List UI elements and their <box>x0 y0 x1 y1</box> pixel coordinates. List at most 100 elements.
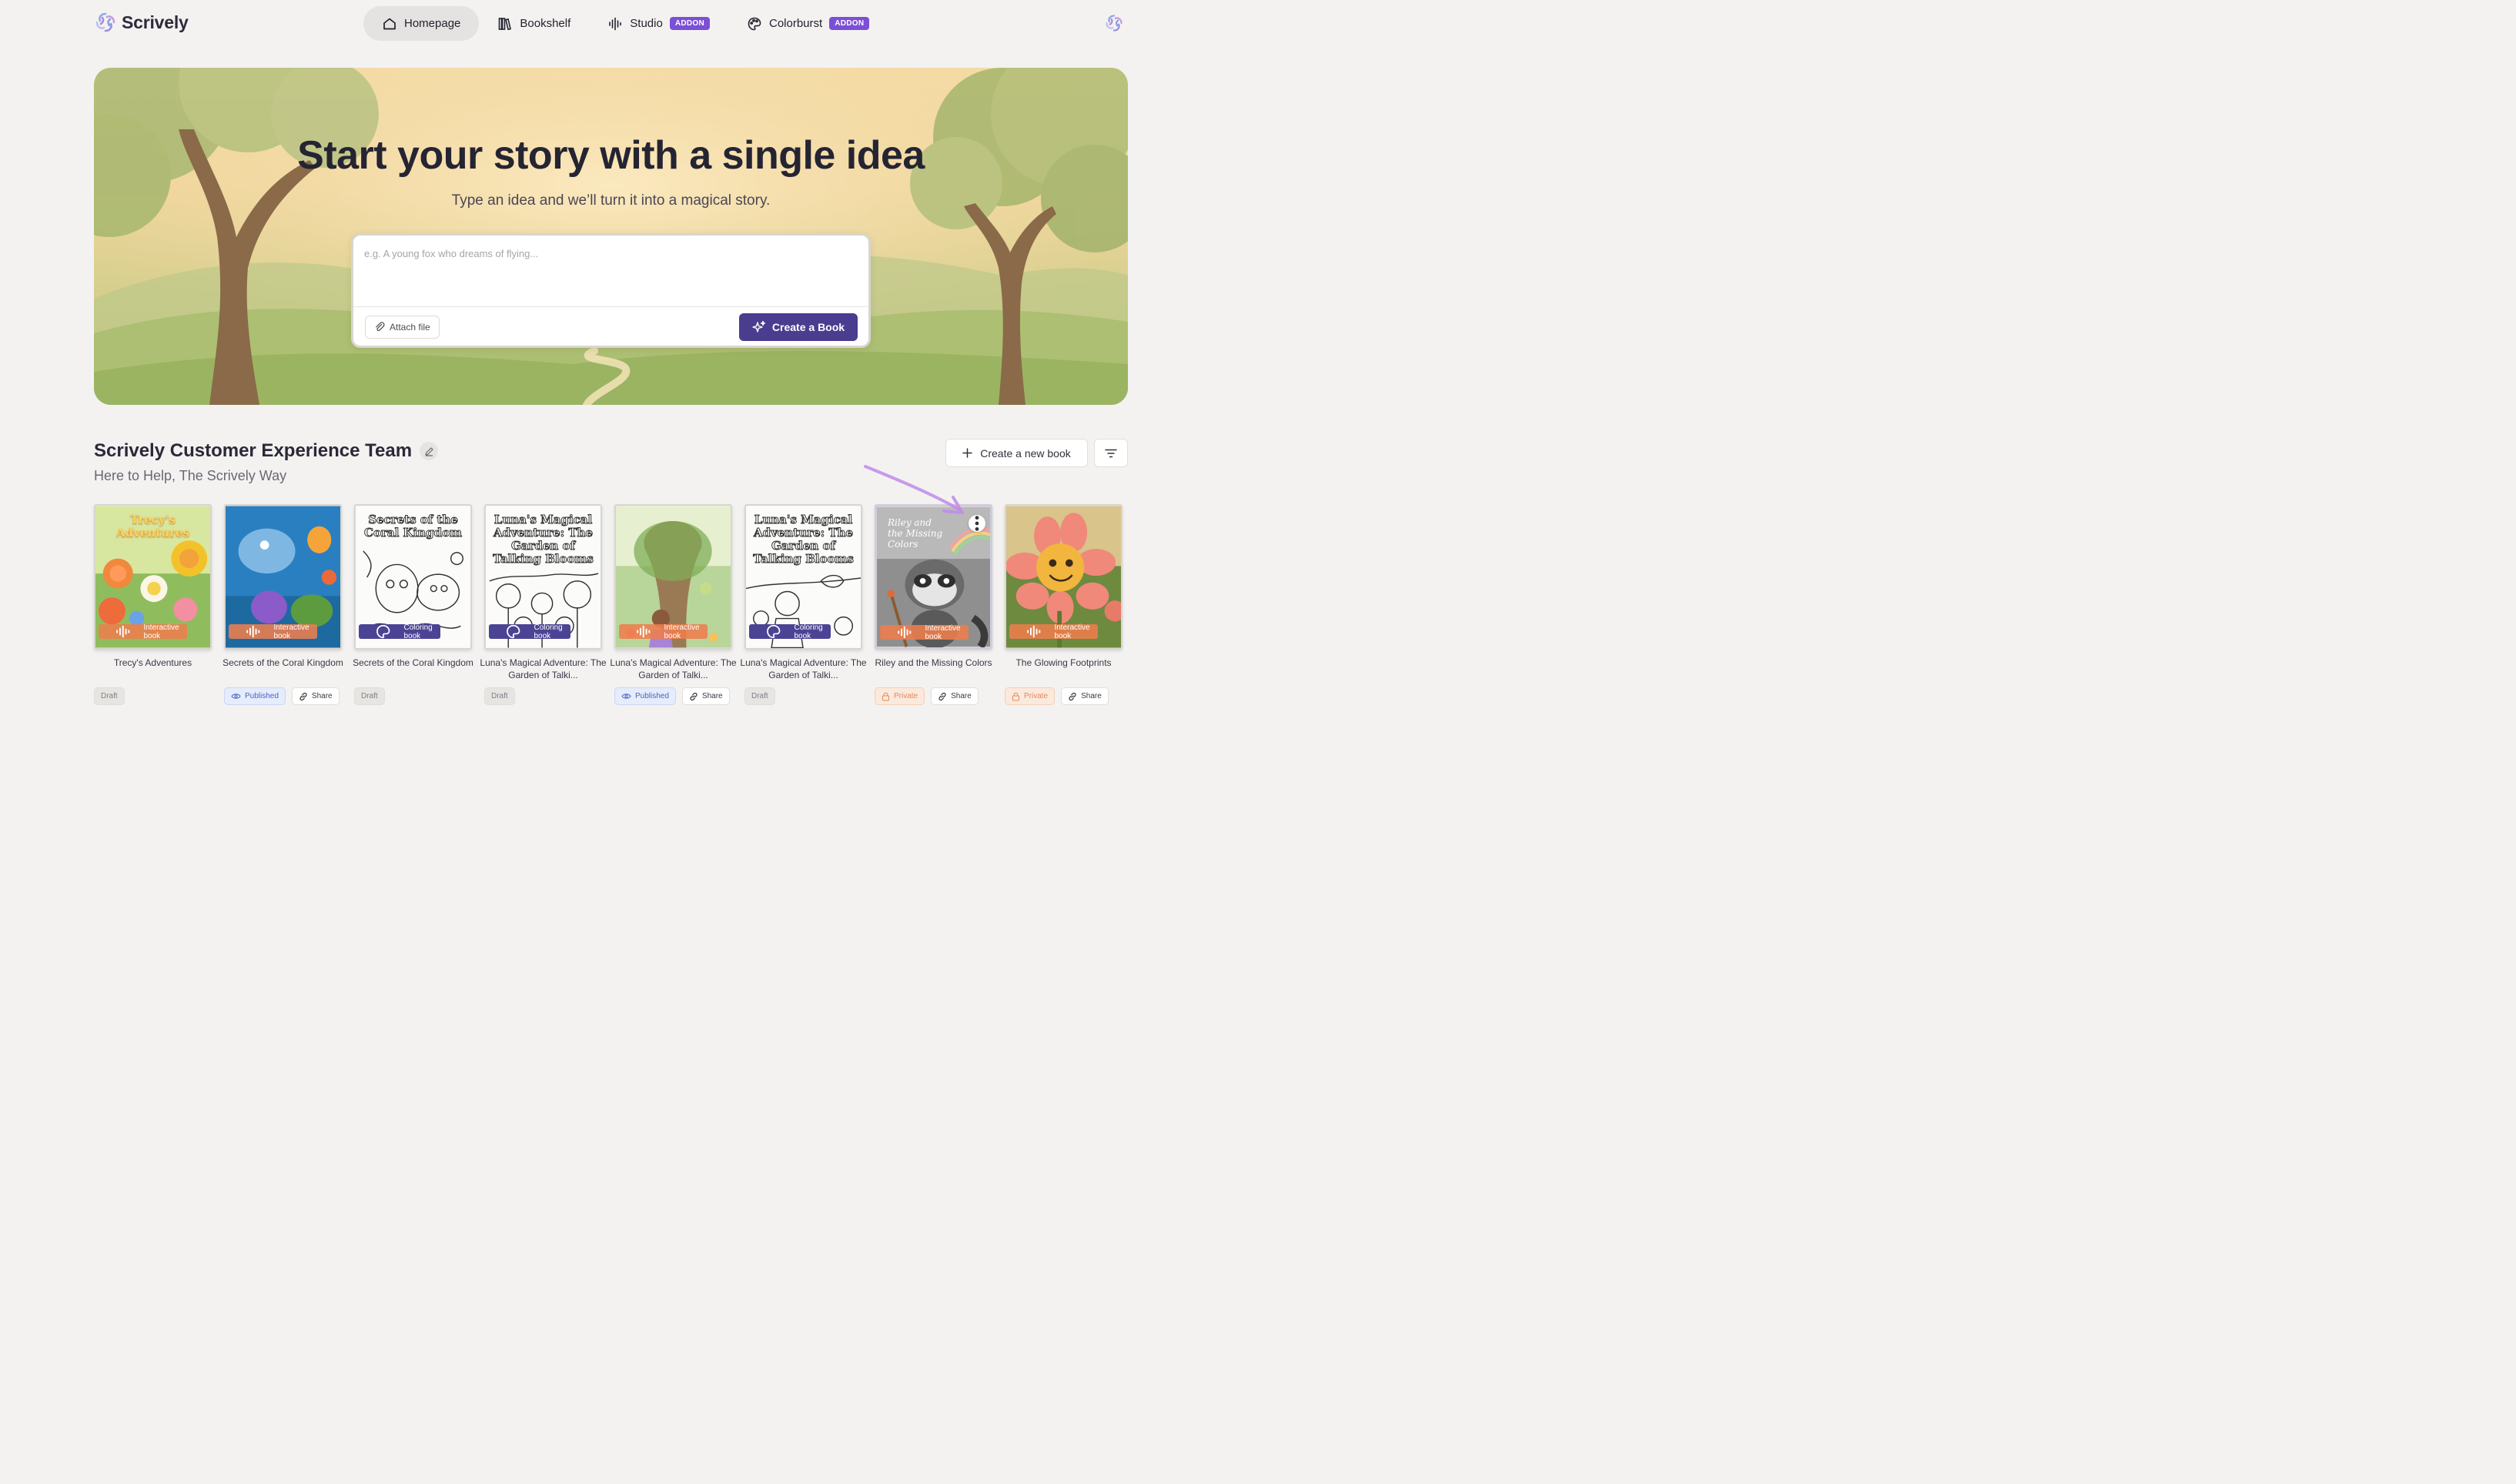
top-navigation: Scrively Homepage Bookshelf Studio ADDON… <box>0 0 1207 48</box>
create-book-button[interactable]: Create a Book <box>739 313 858 341</box>
coloring-book-badge: Coloring book <box>489 623 570 640</box>
cover-title: Luna's Magical Adventure: The Garden of … <box>753 513 855 566</box>
book-actions: Draft <box>484 687 515 705</box>
published-status-badge: Published <box>224 687 286 705</box>
share-label: Share <box>1081 692 1102 700</box>
paperclip-icon <box>376 322 385 332</box>
link-icon <box>938 692 946 700</box>
book-type: Interactive book <box>143 623 179 640</box>
book-title[interactable]: Riley and the Missing Colors <box>867 657 1000 669</box>
share-label: Share <box>701 692 723 700</box>
status-label: Published <box>635 692 669 700</box>
share-button[interactable]: Share <box>1061 687 1109 705</box>
status-label: Private <box>894 692 918 700</box>
book-title[interactable]: Luna's Magical Adventure: The Garden of … <box>737 657 870 681</box>
filter-button[interactable] <box>1094 439 1128 467</box>
book-type: Coloring book <box>794 623 823 640</box>
scrively-logo-icon <box>95 12 115 32</box>
hero-subtitle: Type an idea and we’ll turn it into a ma… <box>451 192 771 209</box>
status-label: Private <box>1024 692 1049 700</box>
book-actions: Draft <box>94 687 125 705</box>
share-button[interactable]: Share <box>931 687 979 705</box>
app-root: Scrively Homepage Bookshelf Studio ADDON… <box>0 0 1207 714</box>
pencil-icon <box>424 446 433 456</box>
story-idea-input[interactable] <box>364 248 857 302</box>
app-name: Scrively <box>122 12 189 32</box>
book-actions: Private Share <box>875 687 979 705</box>
book-type: Coloring book <box>403 623 433 640</box>
private-status-badge: Private <box>875 687 925 705</box>
draft-status-badge: Draft <box>484 687 515 705</box>
book-actions: Published Share <box>614 687 730 705</box>
share-label: Share <box>311 692 333 700</box>
share-button[interactable]: Share <box>291 687 340 705</box>
book-actions: Private Share <box>1005 687 1109 705</box>
share-label: Share <box>951 692 972 700</box>
book-type: Interactive book <box>273 623 309 640</box>
account-menu-icon[interactable] <box>1104 13 1124 33</box>
addon-badge: ADDON <box>829 17 870 30</box>
team-section-header: Scrively Customer Experience Team <box>94 440 439 462</box>
book-cover[interactable]: Luna's Magical Adventure: The Garden of … <box>744 504 862 650</box>
draft-status-badge: Draft <box>94 687 125 705</box>
sparkles-icon <box>752 320 766 333</box>
cover-title: Riley and the Missing Colors <box>888 517 943 550</box>
main-nav: Homepage Bookshelf Studio ADDON Colorbur… <box>363 6 888 41</box>
coloring-book-badge: Coloring book <box>749 623 831 640</box>
book-actions: Published Share <box>224 687 340 705</box>
book-title[interactable]: Secrets of the Coral Kingdom <box>216 657 350 669</box>
book-actions: Draft <box>354 687 385 705</box>
lock-icon <box>1012 692 1019 700</box>
nav-colorburst[interactable]: Colorburst ADDON <box>728 6 888 41</box>
book-type: Interactive book <box>925 623 961 641</box>
nav-bookshelf[interactable]: Bookshelf <box>479 6 589 41</box>
nav-studio[interactable]: Studio ADDON <box>589 6 728 41</box>
book-title[interactable]: The Glowing Footprints <box>997 657 1130 669</box>
more-options-button[interactable] <box>969 515 985 532</box>
book-title[interactable]: Trecy's Adventures <box>86 657 219 669</box>
share-button[interactable]: Share <box>681 687 730 705</box>
book-title[interactable]: Luna's Magical Adventure: The Garden of … <box>477 657 610 681</box>
nav-homepage[interactable]: Homepage <box>363 6 480 41</box>
book-cover[interactable]: Secrets of the Coral Kingdom Coloring bo… <box>354 504 472 650</box>
link-icon <box>690 692 698 700</box>
nav-label: Studio <box>630 17 663 30</box>
home-icon <box>383 18 396 29</box>
nav-label: Homepage <box>404 17 461 30</box>
palette-icon <box>767 624 781 639</box>
bookshelf-icon <box>499 17 512 30</box>
interactive-book-badge: Interactive book <box>880 623 969 641</box>
palette-icon <box>376 624 390 639</box>
divider <box>353 306 868 307</box>
book-title[interactable]: Secrets of the Coral Kingdom <box>346 657 480 669</box>
palette-icon <box>507 624 520 639</box>
book-cover[interactable]: Trecy's Adventures Interactive book <box>94 504 212 650</box>
edit-team-button[interactable] <box>420 442 439 460</box>
book-cover[interactable]: Interactive book <box>1005 504 1122 650</box>
book-cover[interactable]: Riley and the Missing Colors Interactive… <box>875 504 992 650</box>
team-title: Scrively Customer Experience Team <box>94 440 413 461</box>
book-actions: Draft <box>744 687 775 705</box>
interactive-book-badge: Interactive book <box>1009 623 1098 640</box>
create-new-book-button[interactable]: Create a new book <box>945 439 1088 467</box>
draft-status-badge: Draft <box>744 687 775 705</box>
book-type: Coloring book <box>534 623 563 640</box>
book-cover[interactable]: Luna's Magical Adventure: The Garden of … <box>484 504 602 650</box>
book-cover[interactable]: Interactive book <box>224 504 342 650</box>
eye-icon <box>621 694 631 699</box>
book-type: Interactive book <box>664 623 700 640</box>
palette-icon <box>748 17 761 30</box>
nav-label: Colorburst <box>768 17 823 30</box>
create-new-book-label: Create a new book <box>980 446 1071 460</box>
audio-waveform-icon <box>1027 625 1041 638</box>
logo[interactable]: Scrively <box>94 11 189 34</box>
vertical-dots-icon <box>975 516 979 531</box>
attach-file-button[interactable]: Attach file <box>365 316 440 339</box>
filter-icon <box>1105 449 1117 457</box>
book-cover[interactable]: Interactive book <box>614 504 732 650</box>
draft-status-badge: Draft <box>354 687 385 705</box>
book-title[interactable]: Luna's Magical Adventure: The Garden of … <box>607 657 740 681</box>
audio-waveform-icon <box>246 625 260 638</box>
lock-icon <box>882 692 889 700</box>
hero-title: Start your story with a single idea <box>297 133 925 178</box>
